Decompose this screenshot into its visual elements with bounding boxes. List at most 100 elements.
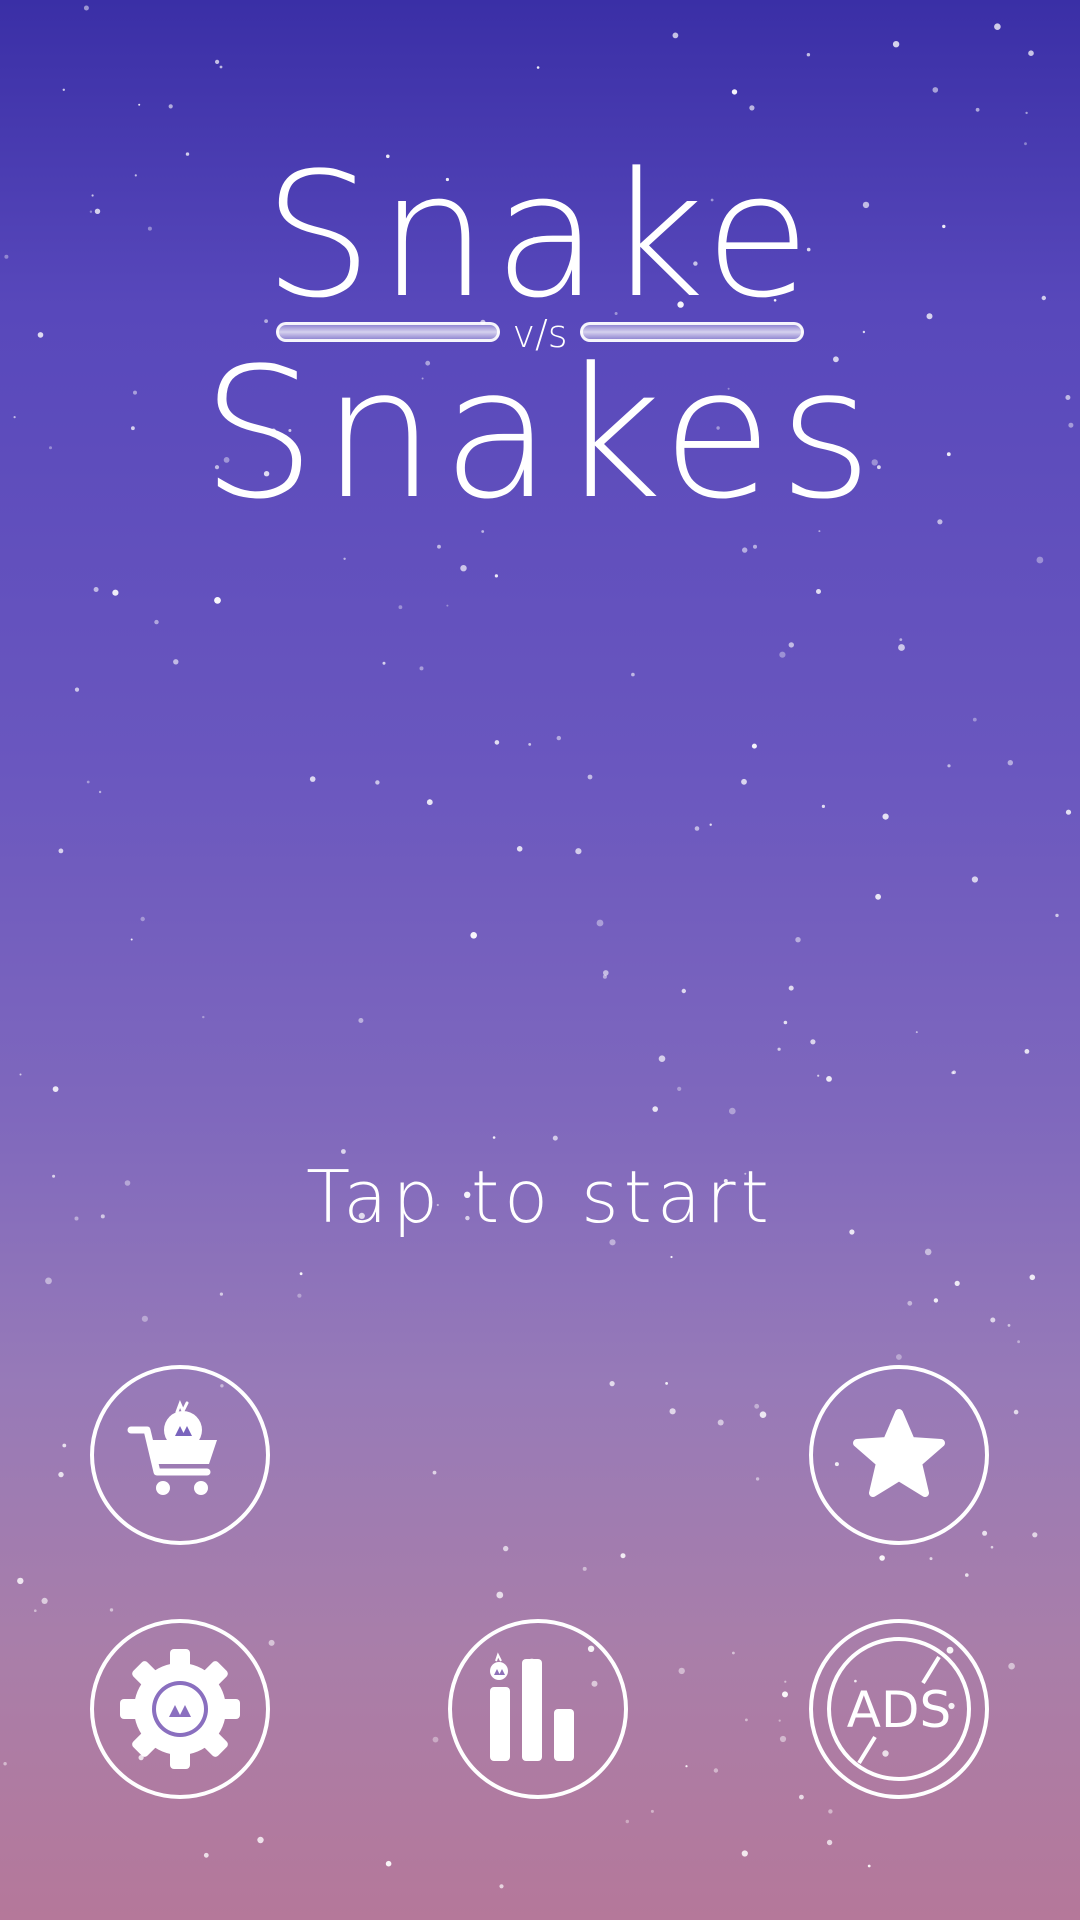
star-dot <box>924 1248 932 1256</box>
star-dot <box>432 1736 439 1743</box>
star-dot <box>990 1545 994 1549</box>
star-dot <box>37 332 44 338</box>
star-dot <box>907 1300 913 1306</box>
star-dot <box>1007 1324 1011 1327</box>
star-dot <box>494 740 500 745</box>
star-dot <box>426 799 433 806</box>
star-dot <box>972 717 977 722</box>
star-dot <box>669 1408 676 1415</box>
star-dot <box>778 1719 781 1722</box>
star-dot <box>779 1735 787 1743</box>
star-dot <box>528 743 532 746</box>
star-dot <box>625 1819 629 1824</box>
star-dot <box>783 1020 788 1025</box>
star-dot <box>432 1470 437 1475</box>
star-dot <box>670 1255 673 1259</box>
star-dot <box>717 1419 724 1426</box>
ads-label: ADS <box>847 1681 951 1739</box>
star-dot <box>219 65 223 69</box>
star-dot <box>1029 1274 1036 1281</box>
leaderboard-button[interactable] <box>448 1619 628 1799</box>
star-dot <box>742 547 748 553</box>
star-dot <box>1065 809 1072 815</box>
star-dot <box>130 938 133 941</box>
star-dot <box>658 1055 666 1062</box>
star-dot <box>492 1136 496 1139</box>
star-dot <box>749 105 755 111</box>
star-dot <box>202 1015 205 1019</box>
star-dot <box>341 1149 346 1154</box>
star-dot <box>609 1381 615 1387</box>
shop-button[interactable] <box>90 1365 270 1545</box>
star-dot <box>582 1566 587 1571</box>
star-dot <box>729 1107 736 1115</box>
star-dot <box>398 605 403 610</box>
star-dot <box>933 1298 939 1303</box>
star-dot <box>343 557 346 560</box>
star-dot <box>677 1086 682 1091</box>
star-dot <box>929 1557 933 1561</box>
star-dot <box>1055 913 1059 918</box>
star-dot <box>810 1039 816 1045</box>
rate-button[interactable] <box>809 1365 989 1545</box>
star-dot <box>503 1545 509 1552</box>
star-dot <box>954 1280 960 1286</box>
star-dot <box>759 1411 767 1418</box>
star-dot <box>932 87 939 93</box>
star-dot <box>141 1315 148 1322</box>
star-dot <box>784 1680 787 1683</box>
star-dot <box>154 619 159 625</box>
star-dot <box>694 826 700 831</box>
star-dot <box>83 5 89 11</box>
star-dot <box>806 53 811 57</box>
star-dot <box>741 1850 748 1857</box>
star-dot <box>446 604 449 607</box>
remove-ads-button[interactable]: ADS <box>809 1619 989 1799</box>
star-dot <box>875 893 881 900</box>
star-dot <box>41 1597 48 1604</box>
star-dot <box>788 642 794 648</box>
star-dot <box>536 66 540 69</box>
tap-to-start-prompt[interactable]: Tap to start <box>0 1155 1080 1239</box>
star-dot <box>879 1555 885 1561</box>
star-dot <box>596 919 604 927</box>
star-dot <box>419 666 424 671</box>
star-dot <box>257 1836 264 1844</box>
star-dot <box>17 1577 24 1585</box>
star-dot <box>375 780 380 785</box>
star-dot <box>915 1031 918 1034</box>
star-dot <box>882 813 889 820</box>
star-dot <box>713 1768 719 1773</box>
star-dot <box>965 1573 969 1577</box>
star-dot <box>268 1639 275 1646</box>
star-dot <box>556 735 561 741</box>
shopping-cart-icon <box>127 1400 217 1495</box>
star-dot <box>215 59 220 64</box>
settings-button[interactable] <box>90 1619 270 1799</box>
title-snake: Snake <box>263 135 817 336</box>
star-dot <box>951 1071 955 1075</box>
star-dot <box>552 1135 558 1141</box>
star-dot <box>1013 1409 1019 1415</box>
star-dot <box>732 1651 735 1655</box>
title-snakes: Snakes <box>201 330 879 539</box>
star-dot <box>109 1608 114 1612</box>
star-dot <box>299 1272 303 1276</box>
star-dot <box>892 41 900 48</box>
star-dot <box>709 823 712 826</box>
star-dot <box>437 544 441 549</box>
gear-icon <box>120 1649 240 1769</box>
star-dot <box>460 565 467 572</box>
star-dot <box>203 1852 209 1858</box>
star-dot <box>982 1530 988 1536</box>
star-dot <box>52 1086 59 1092</box>
star-dot <box>62 88 65 92</box>
star-dot <box>62 1443 67 1448</box>
star-dot <box>1007 760 1013 766</box>
star-dot <box>620 1553 626 1559</box>
star-dot <box>58 848 64 854</box>
star-dot <box>1036 556 1044 564</box>
star-dot <box>782 1691 788 1698</box>
star-dot <box>499 1884 504 1889</box>
star-dot <box>947 764 951 768</box>
